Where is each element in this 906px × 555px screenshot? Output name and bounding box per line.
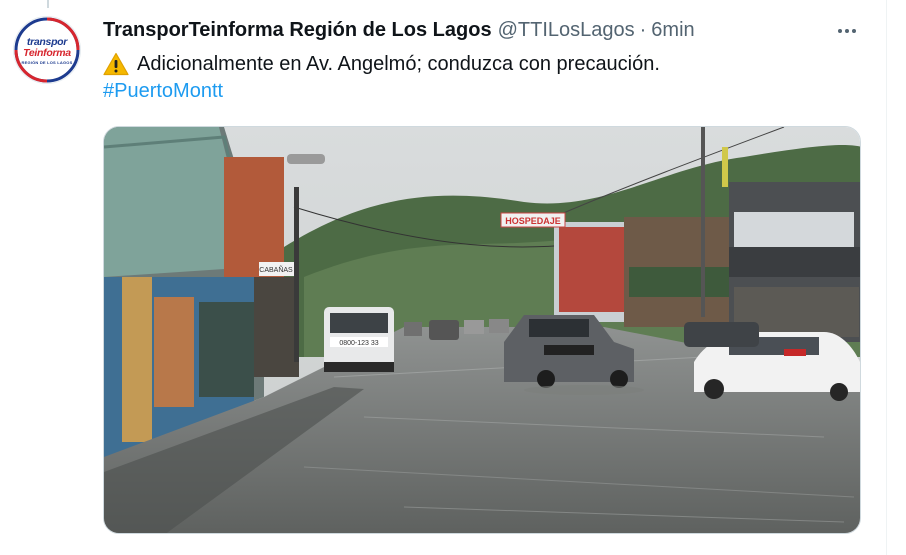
- more-icon: [838, 29, 856, 33]
- warning-icon: [103, 52, 129, 76]
- hospedaje-sign: HOSPEDAJE: [505, 216, 561, 226]
- avatar[interactable]: transpor Teinforma REGIÓN DE LOS LAGOS: [13, 16, 81, 84]
- hashtag-link[interactable]: #PuertoMontt: [103, 80, 223, 103]
- cabanas-sign: CABAÑAS: [259, 265, 293, 274]
- more-options-button[interactable]: [832, 16, 862, 46]
- header-separator: ·: [639, 18, 647, 41]
- display-name[interactable]: TransporTeinforma Región de Los Lagos: [103, 19, 492, 42]
- tweet-text: Adicionalmente en Av. Angelmó; conduzca …: [137, 52, 660, 75]
- avatar-logo-line2: Teinforma: [23, 47, 71, 59]
- tweet-timestamp[interactable]: 6min: [651, 19, 694, 42]
- user-handle[interactable]: @TTILosLagos: [498, 19, 635, 42]
- tweet-text-line: Adicionalmente en Av. Angelmó; conduzca …: [103, 50, 660, 78]
- tweet-header: TransporTeinforma Región de Los Lagos @T…: [103, 17, 695, 43]
- van-plate: 0800-123 33: [339, 340, 378, 347]
- column-divider: [886, 0, 887, 555]
- thread-connector-line: [47, 0, 49, 8]
- tweet-media-image[interactable]: HOSPEDAJE CABAÑAS 0800-123 33: [103, 126, 861, 534]
- street-flood-photo: HOSPEDAJE CABAÑAS 0800-123 33: [104, 127, 860, 533]
- avatar-logo-line3: REGIÓN DE LOS LAGOS: [21, 60, 73, 65]
